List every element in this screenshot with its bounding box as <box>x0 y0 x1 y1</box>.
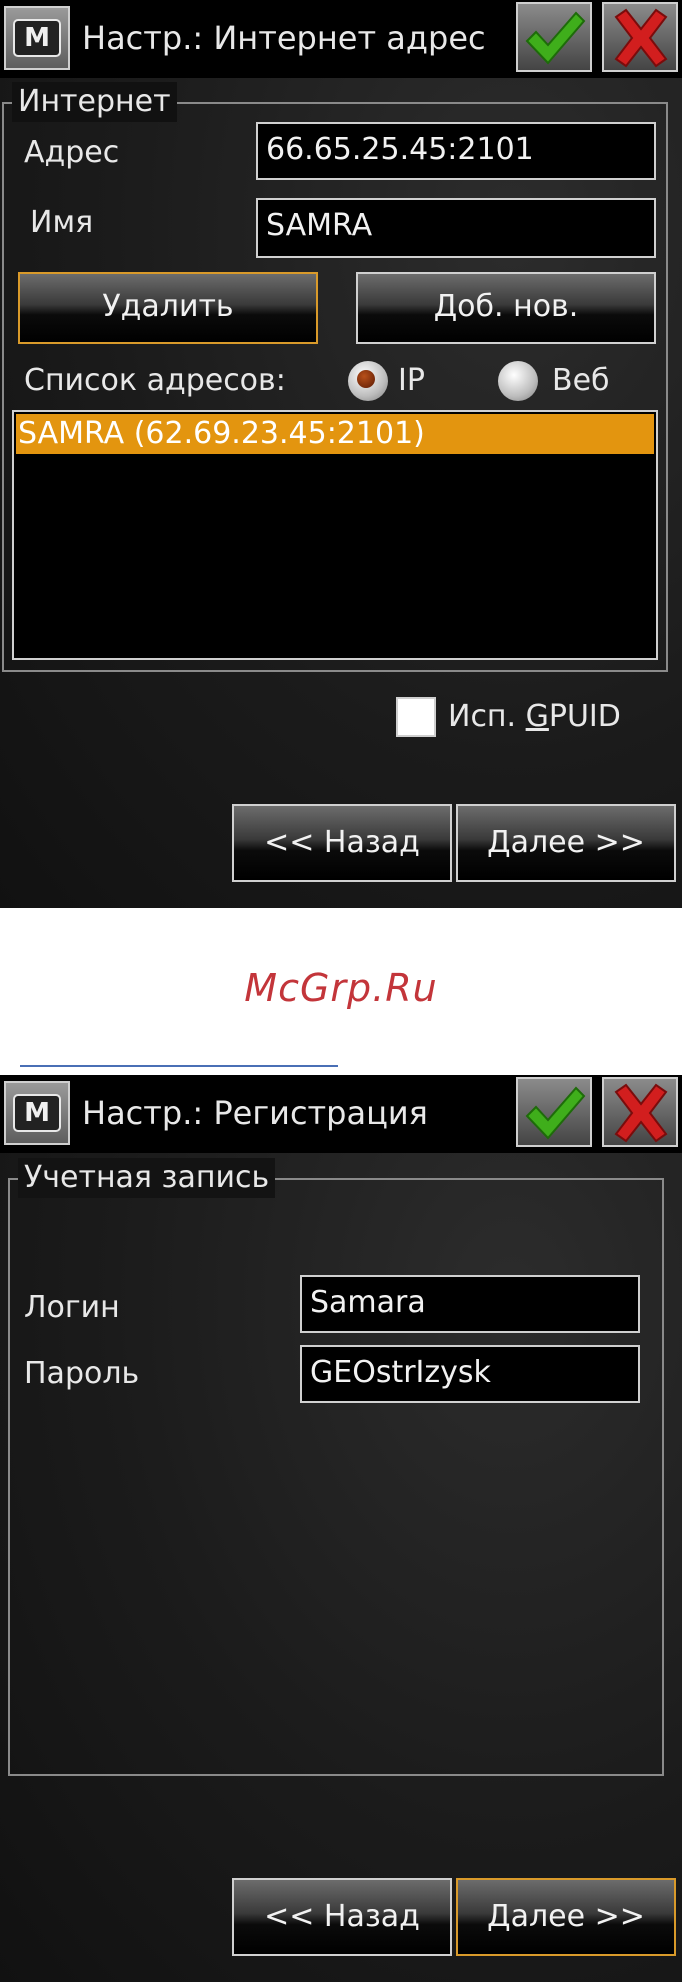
account-group: Учетная запись <box>8 1158 664 1776</box>
title-bar: M Настр.: Регистрация <box>0 1075 682 1153</box>
name-field[interactable]: SAMRA <box>256 198 656 258</box>
address-list-label: Список адресов: <box>24 363 286 398</box>
window-title: Настр.: Интернет адрес <box>82 19 486 57</box>
cancel-button[interactable] <box>602 1077 678 1147</box>
title-bar: M Настр.: Интернет адрес <box>0 0 682 78</box>
close-x-icon <box>614 1083 668 1143</box>
group-label: Учетная запись <box>18 1158 276 1198</box>
divider-line <box>20 1065 338 1067</box>
address-field[interactable]: 66.65.25.45:2101 <box>256 122 656 180</box>
menu-button[interactable]: M <box>4 1081 70 1145</box>
gpuid-label-prefix: Исп. <box>448 699 526 734</box>
gpuid-label-suffix: PUID <box>548 699 621 734</box>
web-radio[interactable] <box>498 361 538 401</box>
delete-button[interactable]: Удалить <box>18 272 318 344</box>
address-list[interactable]: SAMRA (62.69.23.45:2101) <box>12 410 658 660</box>
gpuid-checkbox[interactable] <box>396 697 436 737</box>
window-title: Настр.: Регистрация <box>82 1094 428 1132</box>
radio-selected-dot <box>357 370 375 388</box>
group-label: Интернет <box>12 82 177 122</box>
gpuid-mnemonic: G <box>525 699 549 734</box>
menu-button[interactable]: M <box>4 6 70 70</box>
internet-address-screen: M Настр.: Интернет адрес Интернет Адрес … <box>0 0 682 908</box>
close-x-icon <box>614 8 668 68</box>
back-button[interactable]: << Назад <box>232 804 452 882</box>
watermark-text: McGrp.Ru <box>244 966 438 1010</box>
menu-m-icon: M <box>13 1094 61 1132</box>
ip-radio[interactable] <box>348 361 388 401</box>
login-field[interactable]: Samara <box>300 1275 640 1333</box>
cancel-button[interactable] <box>602 2 678 72</box>
web-radio-label: Веб <box>552 363 610 398</box>
gpuid-label: Исп. GPUID <box>448 697 621 737</box>
password-field[interactable]: GEOstrIzysk <box>300 1345 640 1403</box>
add-new-button[interactable]: Доб. нов. <box>356 272 656 344</box>
ok-button[interactable] <box>516 1077 592 1147</box>
address-label: Адрес <box>24 135 120 170</box>
ok-button[interactable] <box>516 2 592 72</box>
ip-radio-label: IP <box>398 363 425 398</box>
name-label: Имя <box>30 205 94 240</box>
login-label: Логин <box>24 1290 120 1325</box>
list-item[interactable]: SAMRA (62.69.23.45:2101) <box>16 414 654 454</box>
checkmark-icon <box>525 1086 586 1140</box>
registration-screen: M Настр.: Регистрация Учетная запись Лог… <box>0 1075 682 1982</box>
menu-m-icon: M <box>13 19 61 57</box>
next-button[interactable]: Далее >> <box>456 804 676 882</box>
password-label: Пароль <box>24 1356 140 1391</box>
checkmark-icon <box>525 11 586 65</box>
next-button[interactable]: Далее >> <box>456 1878 676 1956</box>
back-button[interactable]: << Назад <box>232 1878 452 1956</box>
